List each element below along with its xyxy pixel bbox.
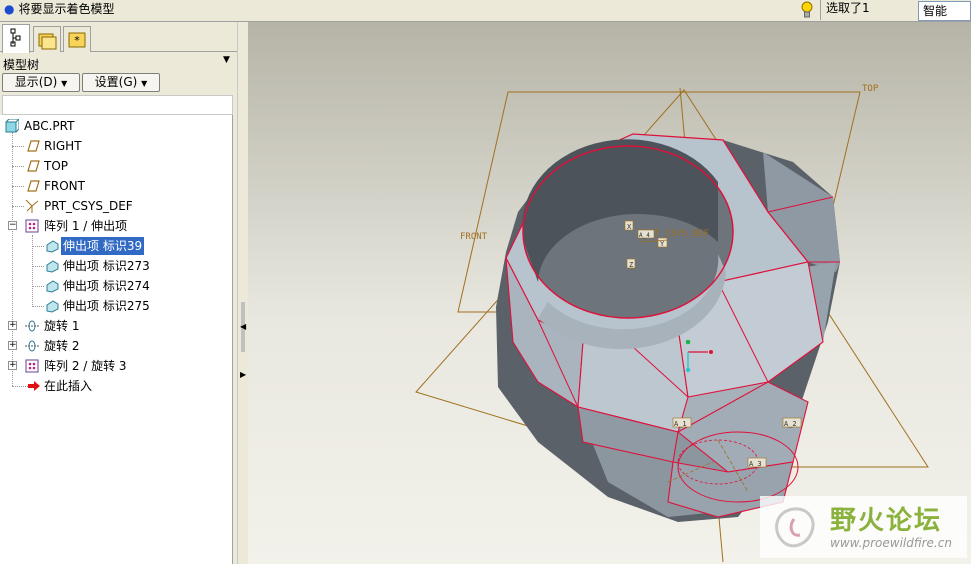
part-icon	[5, 119, 19, 133]
chevron-down-icon: ▼	[141, 79, 148, 88]
selection-filter-dropdown[interactable]: 智能	[918, 1, 971, 21]
status-bar: ● 将要显示着色模型 选取了1 智能	[0, 0, 971, 22]
axis-tag-a1: A_1	[674, 420, 687, 428]
tree-item-revolve-1[interactable]: + 旋转 1	[0, 317, 230, 335]
tree-item-protrusion-39[interactable]: 伸出项 标识39	[0, 237, 230, 255]
tree-item-right[interactable]: RIGHT	[0, 137, 230, 155]
navigator-tabs: *	[0, 22, 237, 53]
status-message-text: 将要显示着色模型	[18, 2, 115, 16]
tab-favorites[interactable]: *	[63, 26, 91, 52]
tree-item-protrusion-275[interactable]: 伸出项 标识275	[0, 297, 230, 315]
tree-item-csys[interactable]: PRT_CSYS_DEF	[0, 197, 230, 215]
protrusion-icon	[46, 260, 59, 273]
favorites-icon: *	[68, 32, 86, 48]
expand-right-icon[interactable]: ▶	[240, 370, 246, 379]
tab-folder-browser[interactable]	[33, 26, 61, 52]
selection-status: 选取了1	[820, 0, 912, 20]
tree-item-root[interactable]: ABC.PRT	[0, 117, 230, 135]
folder-browser-icon	[38, 33, 57, 50]
protrusion-icon	[46, 300, 59, 313]
panel-title: 模型树	[3, 58, 40, 72]
lightbulb-icon[interactable]	[800, 1, 814, 19]
tree-item-top[interactable]: TOP	[0, 157, 230, 175]
chevron-down-icon: ▼	[61, 79, 68, 88]
datum-plane-icon	[27, 160, 40, 172]
model-view[interactable]: TOP FRONT X PRT_CSYS_DEF Y Z A_1 A_2 A_3…	[248, 22, 971, 564]
tree-item-protrusion-274[interactable]: 伸出项 标识274	[0, 277, 230, 295]
watermark: 野火论坛 www.proewildfire.cn	[760, 496, 967, 558]
show-button-label: 显示(D)	[14, 75, 58, 89]
watermark-title: 野火论坛	[830, 506, 943, 536]
tree-item-protrusion-273[interactable]: 伸出项 标识273	[0, 257, 230, 275]
datum-plane-top-label: TOP	[862, 84, 879, 94]
bullet-icon: ●	[4, 2, 15, 16]
collapse-left-icon[interactable]: ◀	[240, 322, 246, 331]
revolve-icon	[25, 320, 39, 332]
tree-item-label: 伸出项 标识275	[63, 299, 150, 313]
tree-item-label: 旋转 1	[44, 319, 80, 333]
axis-z-label: Z	[629, 261, 633, 269]
settings-button-label: 设置(G)	[94, 75, 138, 89]
axis-tag-a2: A_2	[784, 420, 797, 428]
show-button[interactable]: 显示(D) ▼	[2, 73, 80, 92]
svg-text:*: *	[74, 34, 80, 47]
insert-arrow-icon	[28, 381, 40, 391]
graphics-viewport[interactable]: TOP FRONT X PRT_CSYS_DEF Y Z A_1 A_2 A_3…	[248, 22, 971, 564]
tree-item-label: RIGHT	[44, 139, 82, 153]
datum-plane-icon	[27, 140, 40, 152]
tree-item-label: 伸出项 标识273	[63, 259, 150, 273]
tree-item-label: 伸出项 标识39	[61, 237, 145, 255]
expand-icon[interactable]: +	[8, 341, 17, 350]
pattern-icon	[25, 359, 39, 373]
tree-item-label: ABC.PRT	[24, 119, 75, 133]
navigator-panel: * 模型树 ▼ 显示(D) ▼ 设置(G) ▼ ABC.PRT RIGHT TO…	[0, 22, 237, 564]
tab-model-tree[interactable]	[2, 24, 30, 53]
status-message: ● 将要显示着色模型	[4, 0, 115, 17]
tree-item-front[interactable]: FRONT	[0, 177, 230, 195]
coordinate-system-icon	[25, 199, 39, 213]
tree-item-label: 阵列 1 / 伸出项	[44, 219, 128, 233]
tree-filter-bar[interactable]	[2, 95, 233, 115]
tree-item-label: 旋转 2	[44, 339, 80, 353]
panel-menu-arrow-icon[interactable]: ▼	[223, 55, 230, 65]
axis-tag-a3: A_3	[749, 460, 762, 468]
axis-tag-a4: A_4	[639, 232, 650, 239]
expand-icon[interactable]: +	[8, 361, 17, 370]
tree-item-label: TOP	[44, 159, 69, 173]
protrusion-icon	[46, 280, 59, 293]
model-tree-icon	[10, 28, 21, 47]
tree-item-label: 伸出项 标识274	[63, 279, 150, 293]
watermark-url: www.proewildfire.cn	[830, 536, 952, 550]
pattern-icon	[25, 219, 39, 233]
revolve-icon	[25, 340, 39, 352]
tree-item-label: FRONT	[44, 179, 85, 193]
tree-item-label: 在此插入	[44, 379, 93, 393]
tree-item-label: PRT_CSYS_DEF	[44, 199, 133, 213]
protrusion-icon	[46, 240, 59, 253]
tree-item-pattern-1[interactable]: − 阵列 1 / 伸出项	[0, 217, 230, 235]
watermark-logo-icon	[775, 507, 815, 548]
tree-item-insert-here[interactable]: 在此插入	[0, 377, 230, 395]
expand-icon[interactable]: +	[8, 321, 17, 330]
settings-button[interactable]: 设置(G) ▼	[82, 73, 160, 92]
tree-item-pattern-2[interactable]: + 阵列 2 / 旋转 3	[0, 357, 230, 375]
datum-plane-icon	[27, 180, 40, 192]
collapse-icon[interactable]: −	[8, 221, 17, 230]
tree-item-revolve-2[interactable]: + 旋转 2	[0, 337, 230, 355]
panel-splitter[interactable]: ◀ ▶	[237, 22, 248, 564]
datum-plane-front-label: FRONT	[460, 232, 488, 242]
model-tree: ABC.PRT RIGHT TOP FRONT PRT_CSYS_DEF − 阵…	[0, 115, 233, 564]
tree-item-label: 阵列 2 / 旋转 3	[44, 359, 127, 373]
